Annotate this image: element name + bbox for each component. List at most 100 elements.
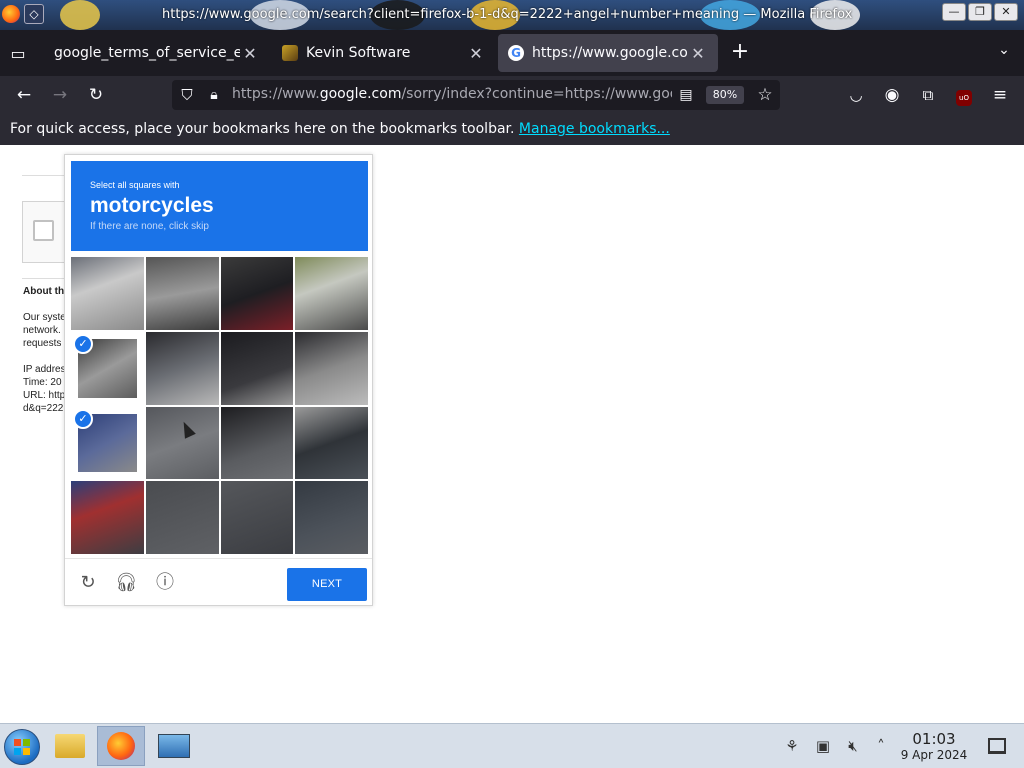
show-desktop-button[interactable] xyxy=(988,738,1006,754)
captcha-tile[interactable] xyxy=(220,481,294,554)
reader-view-icon[interactable]: ▤ xyxy=(675,84,697,106)
shield-icon[interactable]: ⛉ xyxy=(176,84,198,106)
start-button[interactable] xyxy=(4,729,40,765)
captcha-tile[interactable] xyxy=(295,257,368,330)
clock-date: 9 Apr 2024 xyxy=(900,748,968,762)
back-button[interactable]: ← xyxy=(13,84,35,106)
show-hidden-icons-chevron-icon[interactable]: ˄ xyxy=(871,736,891,756)
taskbar: ⚘ ▣ 🔇︎ ˄ 01:03 9 Apr 2024 xyxy=(0,723,1024,768)
control-panel-taskbar-button[interactable] xyxy=(150,726,198,766)
about-heading: About th xyxy=(23,286,65,297)
bookmark-star-icon[interactable]: ☆ xyxy=(754,84,776,106)
clock[interactable]: 01:03 9 Apr 2024 xyxy=(896,730,972,763)
control-panel-icon xyxy=(158,734,190,758)
about-text-line: requests xyxy=(23,338,62,349)
tab-label: Kevin Software xyxy=(306,45,411,61)
folder-icon xyxy=(55,734,85,758)
captcha-hint: If there are none, click skip xyxy=(90,221,209,232)
tab-kevin-software[interactable]: Kevin Software ✕ xyxy=(272,34,496,72)
pocket-icon[interactable]: ◡ xyxy=(845,84,867,106)
url-bar[interactable]: ⛉ 🔒︎ https://www.google.com/sorry/index?… xyxy=(172,80,780,110)
firefox-view-icon[interactable]: ▭ xyxy=(8,44,28,63)
extensions-icon[interactable]: ⧉ xyxy=(917,84,939,106)
maximize-button[interactable]: ❐ xyxy=(968,3,992,21)
reload-challenge-icon[interactable]: ↻ xyxy=(77,572,99,594)
file-manager-taskbar-button[interactable] xyxy=(46,726,94,766)
captcha-tile[interactable] xyxy=(295,331,368,405)
page-content: About th Our syste network. requests IP … xyxy=(0,145,1024,723)
captcha-instruction: Select all squares with xyxy=(90,180,180,190)
tab-close-icon[interactable]: ✕ xyxy=(466,44,486,63)
captcha-tile[interactable] xyxy=(71,481,144,554)
network-tray-icon[interactable]: ⚘ xyxy=(782,736,802,756)
account-icon[interactable]: ◉ xyxy=(881,84,903,106)
windows-logo-icon xyxy=(14,739,30,755)
captcha-tile[interactable] xyxy=(145,406,219,480)
firefox-icon xyxy=(107,732,135,760)
about-text-line: Our syste xyxy=(23,312,66,323)
captcha-tile[interactable] xyxy=(295,406,368,480)
about-text-line: network. xyxy=(23,325,61,336)
manage-bookmarks-link[interactable]: Manage bookmarks... xyxy=(519,121,670,137)
ublock-origin-icon[interactable]: uO xyxy=(953,84,975,106)
window-titlebar: ◇ https://www.google.com/search?client=f… xyxy=(0,0,1024,30)
tab-label: https://www.google.com/sorry/ xyxy=(532,45,688,61)
firefox-taskbar-button[interactable] xyxy=(97,726,145,766)
url-line-continued: d&q=222 xyxy=(23,403,64,414)
captcha-footer: ↻ 🎧︎ ⓘ NEXT xyxy=(65,558,372,606)
hamburger-menu-icon[interactable]: ≡ xyxy=(989,84,1011,106)
google-favicon-icon: G xyxy=(508,45,524,61)
minimize-button[interactable]: — xyxy=(942,3,966,21)
divider xyxy=(22,278,70,279)
captcha-tile[interactable] xyxy=(145,481,219,554)
tab-close-icon[interactable]: ✕ xyxy=(688,44,708,63)
captcha-tile[interactable] xyxy=(220,257,294,330)
lock-icon[interactable]: 🔒︎ xyxy=(203,84,225,106)
ip-address-line: IP addres xyxy=(23,364,66,375)
captcha-challenge: Select all squares with motorcycles If t… xyxy=(64,154,373,606)
recaptcha-checkbox[interactable] xyxy=(33,220,54,241)
window-title: https://www.google.com/search?client=fir… xyxy=(162,7,853,22)
url-line: URL: http xyxy=(23,390,66,401)
window-menu-icon[interactable]: ◇ xyxy=(24,4,44,24)
tab-google-terms[interactable]: google_terms_of_service_en ✕ xyxy=(44,34,270,72)
captcha-tile[interactable] xyxy=(220,331,294,405)
selected-check-icon: ✓ xyxy=(73,333,93,354)
kevin-software-favicon-icon xyxy=(282,45,298,61)
info-icon[interactable]: ⓘ xyxy=(154,572,176,594)
bookmarks-toolbar: For quick access, place your bookmarks h… xyxy=(0,114,1024,145)
captcha-tile[interactable] xyxy=(220,406,294,480)
volume-muted-icon[interactable]: 🔇︎ xyxy=(843,736,863,756)
captcha-tile-selected[interactable]: ✓ xyxy=(71,331,144,405)
captcha-tile-selected[interactable]: ✓ xyxy=(71,406,144,480)
close-button[interactable]: ✕ xyxy=(994,3,1018,21)
bookmarks-message: For quick access, place your bookmarks h… xyxy=(10,121,515,137)
new-tab-button[interactable]: + xyxy=(728,40,752,64)
clipboard-tray-icon[interactable]: ▣ xyxy=(813,736,833,756)
zoom-level-button[interactable]: 80% xyxy=(706,86,744,104)
wallpaper-decoration xyxy=(60,0,100,30)
list-all-tabs-icon[interactable]: ⌄ xyxy=(994,42,1014,62)
captcha-image-grid: ✓ ✓ xyxy=(71,257,368,554)
audio-challenge-icon[interactable]: 🎧︎ xyxy=(115,572,138,594)
captcha-tile[interactable] xyxy=(145,331,219,405)
tab-close-icon[interactable]: ✕ xyxy=(240,44,260,63)
tab-strip: ▭ google_terms_of_service_en ✕ Kevin Sof… xyxy=(0,30,1024,76)
url-text[interactable]: https://www.google.com/sorry/index?conti… xyxy=(232,86,672,102)
captcha-tile[interactable] xyxy=(295,481,368,554)
forward-button[interactable]: → xyxy=(49,84,71,106)
tab-google-sorry[interactable]: G https://www.google.com/sorry/ ✕ xyxy=(498,34,718,72)
next-button[interactable]: NEXT xyxy=(287,568,367,601)
captcha-tile[interactable] xyxy=(71,257,144,330)
tab-label: google_terms_of_service_en xyxy=(54,45,240,61)
captcha-tile[interactable] xyxy=(145,257,219,330)
navigation-toolbar: ← → ↻ ⛉ 🔒︎ https://www.google.com/sorry/… xyxy=(0,76,1024,114)
captcha-header: Select all squares with motorcycles If t… xyxy=(71,161,368,251)
captcha-target: motorcycles xyxy=(90,194,214,217)
time-line: Time: 20 xyxy=(23,377,62,388)
clock-time: 01:03 xyxy=(912,730,956,748)
divider xyxy=(22,175,70,176)
reload-button[interactable]: ↻ xyxy=(85,84,107,106)
firefox-icon xyxy=(2,5,20,23)
selected-check-icon: ✓ xyxy=(73,408,93,429)
